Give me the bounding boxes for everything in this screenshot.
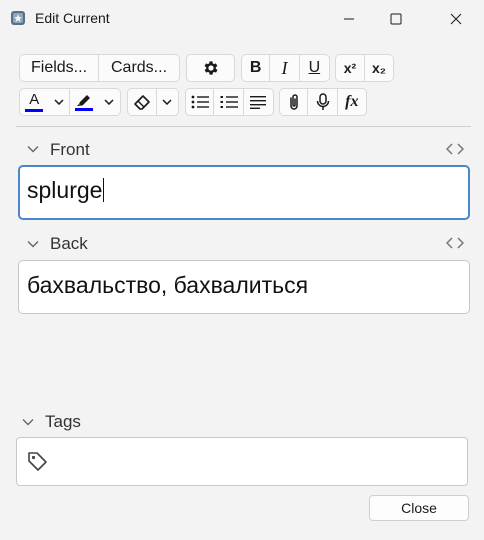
options-group <box>186 54 235 82</box>
front-field-editor[interactable]: splurge <box>18 165 470 220</box>
window-title: Edit Current <box>35 10 110 26</box>
front-field-text: splurge <box>27 177 103 203</box>
chevron-down-icon <box>54 99 64 105</box>
maximize-button[interactable] <box>373 0 419 38</box>
text-style-group: B I U <box>241 54 330 82</box>
tags-label: Tags <box>45 412 81 431</box>
collapse-tags-chevron-icon[interactable] <box>22 418 34 426</box>
text-color-letter: A <box>29 91 40 108</box>
fields-cards-group: Fields... Cards... <box>19 54 180 82</box>
fields-button[interactable]: Fields... <box>20 55 100 81</box>
align-icon <box>250 96 267 109</box>
front-field-label: Front <box>50 140 90 159</box>
highlight-color-swatch <box>75 108 94 111</box>
attach-button[interactable] <box>280 89 309 115</box>
mathjax-icon: fx <box>345 93 359 110</box>
chevron-down-icon <box>104 99 114 105</box>
tags-input[interactable] <box>16 437 468 486</box>
unordered-list-button[interactable] <box>186 89 215 115</box>
tag-icon <box>28 452 47 471</box>
clear-format-group <box>127 88 179 116</box>
back-field-label: Back <box>50 234 88 253</box>
superscript-button[interactable]: x² <box>336 55 365 81</box>
unordered-list-icon <box>191 95 209 109</box>
align-button[interactable] <box>244 89 273 115</box>
collapse-back-chevron-icon[interactable] <box>27 240 39 248</box>
back-field-editor[interactable]: бахвальство, бахвалиться <box>18 260 470 314</box>
title-bar: Edit Current <box>0 0 484 38</box>
text-color-dropdown[interactable] <box>48 89 70 115</box>
minimize-button[interactable] <box>326 0 372 38</box>
highlighter-icon <box>77 95 91 106</box>
close-button[interactable]: Close <box>369 495 469 521</box>
color-group: A <box>19 88 121 116</box>
front-html-toggle-icon[interactable] <box>446 143 464 155</box>
cards-button[interactable]: Cards... <box>99 55 179 81</box>
subscript-button[interactable]: x₂ <box>365 55 393 81</box>
italic-button[interactable]: I <box>270 55 300 81</box>
chevron-down-icon <box>162 99 172 105</box>
highlight-color-button[interactable] <box>70 89 98 115</box>
eraser-icon <box>134 95 150 110</box>
clear-formatting-dropdown[interactable] <box>157 89 178 115</box>
toolbar-divider <box>16 126 471 127</box>
gear-icon <box>204 61 218 75</box>
close-window-button[interactable] <box>433 0 479 38</box>
list-group <box>185 88 274 116</box>
microphone-icon <box>316 93 329 110</box>
underline-button[interactable]: U <box>300 55 329 81</box>
anki-app-icon <box>11 11 25 25</box>
ordered-list-icon <box>220 96 238 108</box>
bold-button[interactable]: B <box>242 55 271 81</box>
back-field-text: бахвальство, бахвалиться <box>27 272 309 298</box>
mathjax-button[interactable]: fx <box>338 89 366 115</box>
highlight-color-dropdown[interactable] <box>98 89 120 115</box>
ordered-list-button[interactable] <box>214 89 244 115</box>
close-icon <box>450 13 462 25</box>
text-color-swatch <box>25 109 44 112</box>
clear-formatting-button[interactable] <box>128 89 157 115</box>
minimize-icon <box>344 18 354 20</box>
media-group: fx <box>279 88 367 116</box>
options-button[interactable] <box>187 55 234 81</box>
record-audio-button[interactable] <box>308 89 338 115</box>
maximize-icon <box>390 13 402 25</box>
text-color-button[interactable]: A <box>20 89 48 115</box>
back-html-toggle-icon[interactable] <box>446 237 464 249</box>
collapse-front-chevron-icon[interactable] <box>27 145 39 153</box>
paperclip-icon <box>289 94 298 110</box>
text-cursor <box>103 178 105 202</box>
script-group: x² x₂ <box>335 54 394 82</box>
